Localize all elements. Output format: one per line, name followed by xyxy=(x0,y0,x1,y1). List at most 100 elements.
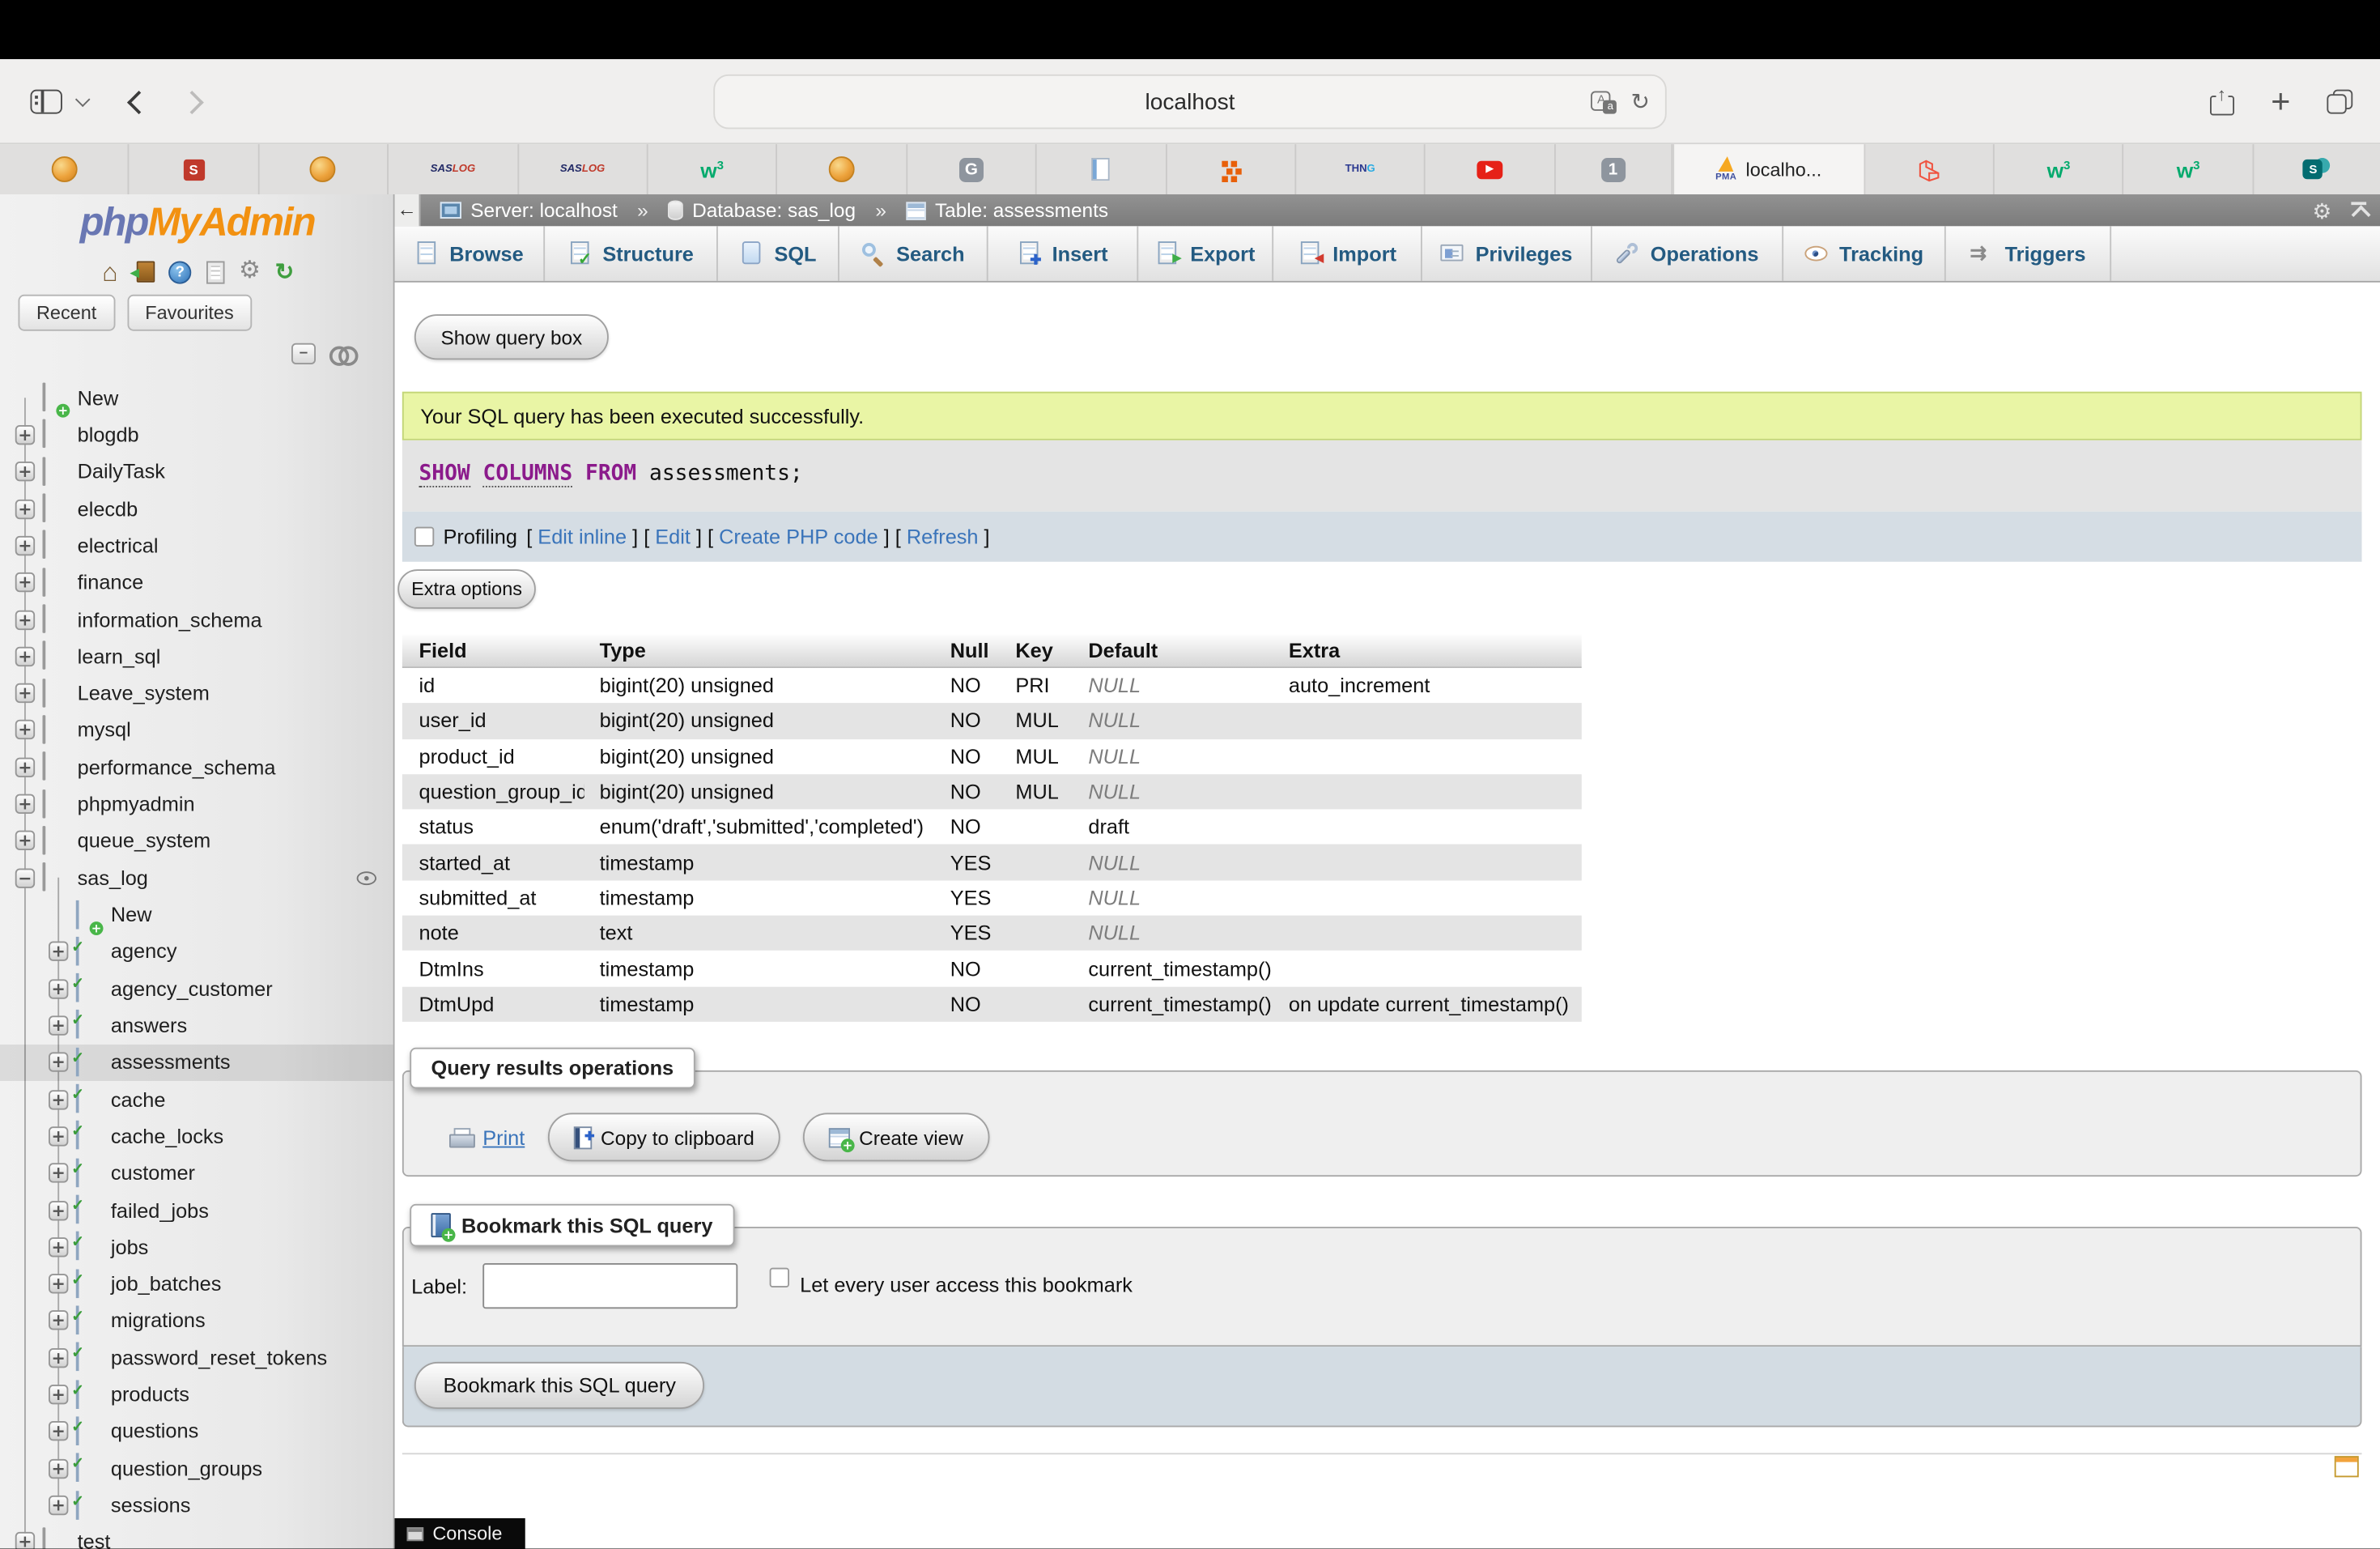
browser-tab[interactable] xyxy=(259,144,389,194)
tree-item-label[interactable]: questions xyxy=(111,1420,198,1443)
favourites-button[interactable]: Favourites xyxy=(127,295,252,331)
tree-item-label[interactable]: phpmyadmin xyxy=(78,793,195,815)
tree-item-label[interactable]: sessions xyxy=(111,1494,190,1517)
tree-expander-icon[interactable]: + xyxy=(15,646,35,666)
scroll-top-icon[interactable] xyxy=(2350,201,2369,219)
browser-tab[interactable]: THNG xyxy=(1296,144,1426,194)
tree-expander-icon[interactable]: + xyxy=(49,1385,68,1404)
print-link[interactable]: Print xyxy=(449,1126,525,1148)
back-icon[interactable] xyxy=(127,90,151,113)
address-bar[interactable]: localhost ↻ xyxy=(713,74,1667,130)
link-databases-icon[interactable] xyxy=(329,347,354,362)
bookmark-label-input[interactable] xyxy=(482,1263,737,1309)
tree-item-label[interactable]: finance xyxy=(78,571,144,594)
browser-tab[interactable]: 1 xyxy=(1555,144,1672,194)
eye-icon[interactable] xyxy=(357,871,376,885)
profiling-link-create-php-code[interactable]: Create PHP code xyxy=(719,526,878,548)
new-window-icon[interactable] xyxy=(2335,1456,2359,1477)
console-bar[interactable]: Console xyxy=(395,1518,525,1549)
tab-triggers[interactable]: ⇉Triggers xyxy=(1946,226,2111,281)
tree-item-label[interactable]: elecdb xyxy=(78,497,138,520)
tree-expander-icon[interactable]: + xyxy=(49,1089,68,1109)
recent-button[interactable]: Recent xyxy=(19,295,115,331)
browser-tab[interactable]: SASLOG xyxy=(389,144,518,194)
extra-options-button[interactable]: Extra options xyxy=(397,569,536,609)
breadcrumb-database[interactable]: Database: sas_log xyxy=(668,199,856,222)
tree-expander-icon[interactable]: + xyxy=(49,1348,68,1368)
new-tab-icon[interactable]: + xyxy=(2271,85,2290,118)
tab-structure[interactable]: Structure xyxy=(545,226,718,281)
tab-browse[interactable]: Browse xyxy=(395,226,546,281)
tree-expander-icon[interactable]: + xyxy=(15,462,35,482)
tree-item-label[interactable]: information_schema xyxy=(78,608,262,631)
tree-expander-icon[interactable]: + xyxy=(15,831,35,850)
tree-item-label[interactable]: New xyxy=(111,904,152,926)
tree-item-label[interactable]: electrical xyxy=(78,534,159,557)
tree-expander-icon[interactable]: + xyxy=(15,536,35,555)
tree-item-label[interactable]: customer xyxy=(111,1162,195,1185)
tree-expander-icon[interactable]: + xyxy=(15,721,35,740)
tree-expander-icon[interactable]: + xyxy=(15,794,35,814)
tree-item-label[interactable]: failed_jobs xyxy=(111,1198,209,1221)
breadcrumb-back-icon[interactable]: ← xyxy=(395,194,421,226)
tab-search[interactable]: Search xyxy=(839,226,988,281)
tree-expander-icon[interactable]: + xyxy=(49,1015,68,1035)
browser-tab[interactable]: w3 xyxy=(2124,144,2254,194)
tree-item-label[interactable]: performance_schema xyxy=(78,755,276,778)
tab-tracking[interactable]: Tracking xyxy=(1783,226,1946,281)
tree-expander-icon[interactable]: + xyxy=(49,1274,68,1293)
tree-item-label[interactable]: answers xyxy=(111,1014,187,1036)
tree-expander-icon[interactable]: + xyxy=(49,1164,68,1183)
tree-expander-icon[interactable]: + xyxy=(49,979,68,998)
tree-expander-icon[interactable]: + xyxy=(49,1200,68,1219)
show-query-box-button[interactable]: Show query box xyxy=(414,314,609,360)
tab-overview-icon[interactable] xyxy=(2327,90,2352,114)
tab-insert[interactable]: Insert xyxy=(988,226,1139,281)
browser-tab[interactable] xyxy=(778,144,907,194)
exit-door-icon[interactable] xyxy=(131,258,159,286)
tree-expander-icon[interactable]: + xyxy=(15,683,35,703)
browser-tab[interactable]: S xyxy=(130,144,259,194)
home-icon[interactable]: ⌂ xyxy=(96,258,124,286)
tree-item-label[interactable]: DailyTask xyxy=(78,461,165,483)
tree-item-label[interactable]: cache xyxy=(111,1088,166,1111)
documentation-icon[interactable] xyxy=(201,258,228,286)
browser-tab[interactable] xyxy=(1865,144,1995,194)
share-icon[interactable] xyxy=(2210,88,2234,116)
browser-tab[interactable]: w3 xyxy=(1995,144,2124,194)
help-icon[interactable]: ? xyxy=(166,258,193,286)
breadcrumb-table[interactable]: Table: assessments xyxy=(906,199,1108,222)
browser-tab[interactable]: G xyxy=(907,144,1037,194)
page-settings-icon[interactable]: ⚙ xyxy=(2312,200,2331,221)
refresh-icon[interactable]: ↻ xyxy=(271,258,299,286)
tree-item-label[interactable]: blogdb xyxy=(78,423,139,446)
browser-tab[interactable]: w3 xyxy=(648,144,778,194)
tab-import[interactable]: Import xyxy=(1273,226,1422,281)
translate-icon[interactable] xyxy=(1592,91,1617,113)
profiling-link-edit-inline[interactable]: Edit inline xyxy=(538,526,627,548)
profiling-checkbox[interactable] xyxy=(414,527,434,547)
bookmark-access-checkbox[interactable] xyxy=(770,1268,789,1287)
tree-item-label[interactable]: test xyxy=(78,1531,111,1549)
tree-expander-icon[interactable]: + xyxy=(49,1458,68,1478)
sidebar-toggle-icon[interactable] xyxy=(31,90,62,114)
browser-tab[interactable] xyxy=(2254,144,2380,194)
tree-item-label[interactable]: assessments xyxy=(111,1051,231,1074)
tab-export[interactable]: Export xyxy=(1138,226,1273,281)
tree-item-label[interactable]: job_batches xyxy=(111,1273,222,1296)
browser-tab[interactable]: PMAlocalho... xyxy=(1672,144,1865,194)
tree-expander-icon[interactable]: + xyxy=(49,1422,68,1441)
tree-expander-icon[interactable]: + xyxy=(49,1496,68,1515)
tab-privileges[interactable]: Privileges xyxy=(1422,226,1592,281)
tree-item-label[interactable]: sas_log xyxy=(78,866,148,889)
browser-tab[interactable] xyxy=(0,144,130,194)
reload-icon[interactable]: ↻ xyxy=(1631,91,1651,113)
tree-expander-icon[interactable]: + xyxy=(15,757,35,777)
chevron-down-icon[interactable] xyxy=(75,92,91,108)
create-view-button[interactable]: Create view xyxy=(803,1113,989,1161)
profiling-link-refresh[interactable]: Refresh xyxy=(907,526,979,548)
tree-expander-icon[interactable]: − xyxy=(15,868,35,887)
tree-expander-icon[interactable]: + xyxy=(15,499,35,518)
tab-sql[interactable]: SQL xyxy=(718,226,839,281)
forward-icon[interactable] xyxy=(181,90,204,113)
